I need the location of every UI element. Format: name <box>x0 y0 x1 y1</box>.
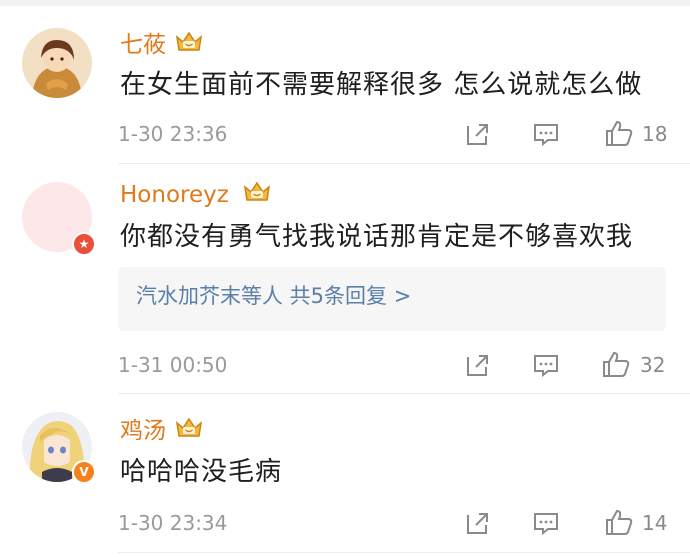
comment-text: 你都没有勇气找我说话那肯定是不够喜欢我 <box>120 222 634 252</box>
like-count: 14 <box>642 511 668 535</box>
share-icon[interactable] <box>464 120 492 148</box>
replies-preview[interactable]: 汽水加芥末等人 共5条回复 > <box>118 267 666 331</box>
timestamp: 1-31 00:50 <box>118 353 228 377</box>
crown-vip-icon <box>175 417 203 437</box>
like-count: 18 <box>642 122 668 146</box>
comment-icon[interactable] <box>532 351 560 379</box>
comment-text: 在女生面前不需要解释很多 怎么说就怎么做 <box>120 70 643 100</box>
username[interactable]: 鸡汤 <box>120 420 166 443</box>
like-thumb-icon[interactable] <box>604 507 634 537</box>
crown-vip-icon <box>175 31 203 51</box>
like-thumb-icon[interactable] <box>601 349 631 379</box>
comment-icon[interactable] <box>532 509 560 537</box>
girl-cartoon-avatar-icon <box>22 28 92 98</box>
username[interactable]: Honoreyz <box>120 184 229 207</box>
verified-v-badge-icon: V <box>72 460 96 484</box>
comment-text: 哈哈哈没毛病 <box>120 457 283 487</box>
star-badge-icon: ★ <box>72 232 96 256</box>
avatar[interactable] <box>22 28 92 98</box>
timestamp: 1-30 23:36 <box>118 122 228 146</box>
share-icon[interactable] <box>464 351 492 379</box>
timestamp: 1-30 23:34 <box>118 511 228 535</box>
like-count: 32 <box>640 353 666 377</box>
divider <box>118 552 690 553</box>
divider <box>118 163 690 164</box>
comment-icon[interactable] <box>532 120 560 148</box>
share-icon[interactable] <box>464 509 492 537</box>
reply-summary-link[interactable]: 汽水加芥末等人 共5条回复 > <box>136 286 411 307</box>
divider <box>118 393 690 394</box>
crown-vip-icon <box>243 181 271 201</box>
username[interactable]: 七莜 <box>120 34 166 57</box>
top-divider <box>0 0 690 6</box>
like-thumb-icon[interactable] <box>604 118 634 148</box>
